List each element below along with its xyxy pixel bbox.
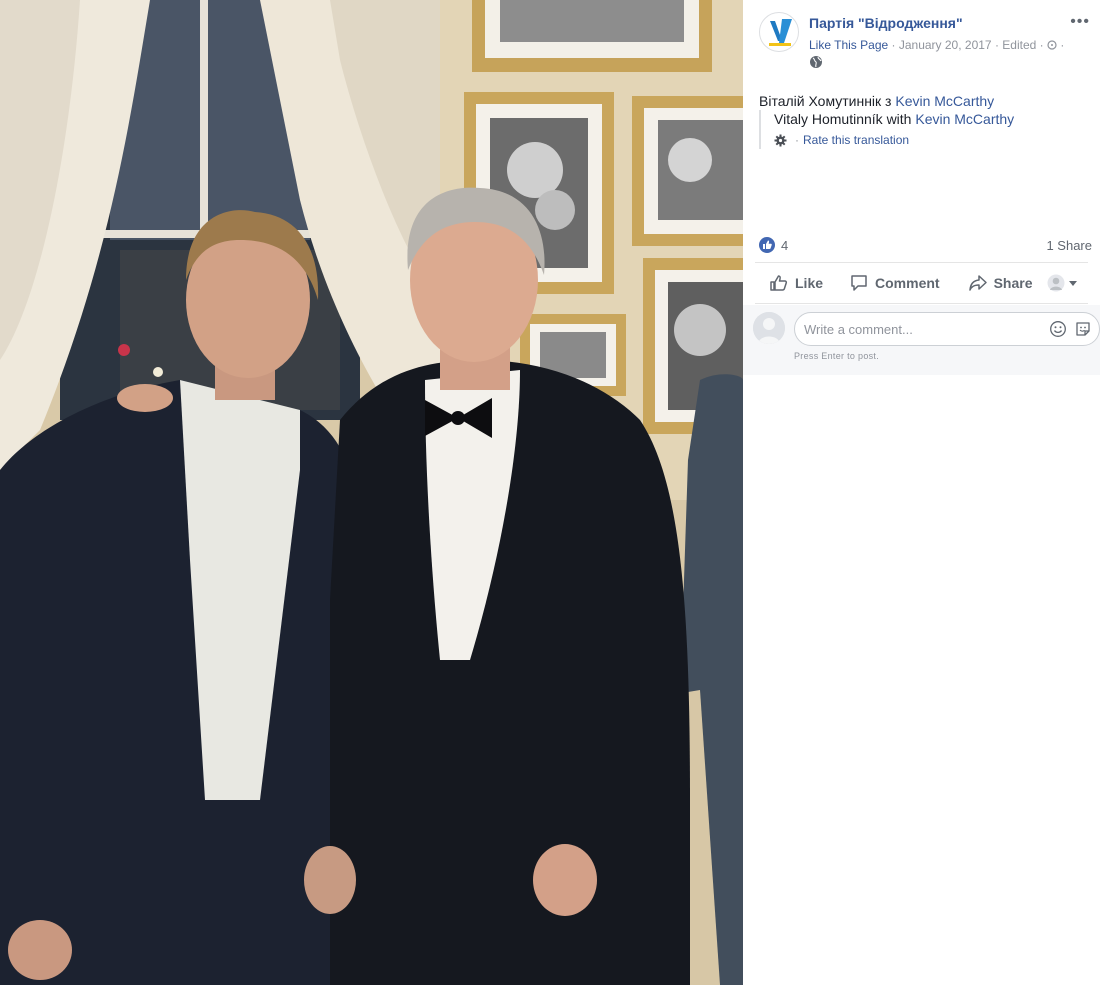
meta-separator: · — [1060, 38, 1065, 52]
viewer-avatar-icon — [1047, 274, 1064, 292]
reactions-count: 4 — [781, 237, 789, 253]
share-icon — [968, 275, 987, 291]
gear-icon — [774, 134, 787, 146]
post-header: Партія "Відродження" Like This Page · Ja… — [743, 0, 1100, 80]
post-sidebar: Партія "Відродження" Like This Page · Ja… — [743, 0, 1100, 985]
like-button-label: Like — [795, 275, 824, 291]
meta-separator: · — [795, 133, 799, 147]
translation-mention-link[interactable]: Kevin McCarthy — [915, 111, 1014, 127]
post-meta: Like This Page · January 20, 2017 · Edit… — [809, 38, 1064, 52]
share-button[interactable]: Share — [958, 263, 1043, 303]
translation-block: Vitaly Homutinník with Kevin McCarthy · … — [759, 110, 1014, 149]
reactions-summary[interactable]: 4 — [759, 237, 788, 253]
post-text: Віталій Хомутиннік з Kevin McCarthy — [759, 92, 994, 110]
rate-translation-link[interactable]: Rate this translation — [803, 131, 909, 149]
emoji-icon[interactable] — [1049, 320, 1067, 338]
meta-separator: · — [994, 38, 999, 52]
share-button-label: Share — [993, 275, 1033, 291]
post-text-prefix: Віталій Хомутиннік з — [759, 93, 892, 109]
like-reaction-icon — [759, 237, 775, 253]
meta-separator: · — [1039, 38, 1044, 52]
mention-link[interactable]: Kevin McCarthy — [895, 93, 994, 109]
like-button[interactable]: Like — [759, 263, 833, 303]
shares-count[interactable]: 1 Share — [1046, 238, 1092, 253]
comment-hint: Press Enter to post. — [794, 351, 880, 361]
comment-button-label: Comment — [875, 275, 940, 291]
page-avatar[interactable] — [759, 12, 799, 52]
caret-down-icon — [1068, 281, 1077, 286]
translation-text: Vitaly Homutinník with Kevin McCarthy — [774, 110, 1014, 128]
post-date[interactable]: January 20, 2017 — [899, 38, 992, 52]
comment-icon — [851, 275, 867, 291]
more-icon[interactable]: ••• — [1070, 14, 1090, 30]
rate-translation-row[interactable]: · Rate this translation — [774, 131, 1014, 149]
globe-icon[interactable] — [809, 55, 823, 69]
meta-separator: · — [891, 38, 896, 52]
post-as-selector[interactable] — [1047, 274, 1078, 292]
page-name[interactable]: Партія "Відродження" — [809, 15, 963, 31]
post-actions: Like Comment Share — [755, 262, 1088, 304]
like-this-page-link[interactable]: Like This Page — [809, 38, 888, 52]
photo-illustration — [0, 0, 743, 985]
thumbs-up-icon — [770, 275, 788, 291]
translation-prefix: Vitaly Homutinník with — [774, 111, 912, 127]
sticker-icon[interactable] — [1074, 320, 1092, 338]
default-avatar-icon — [753, 312, 785, 344]
visibility-icon[interactable] — [1047, 40, 1057, 50]
comment-composer: Press Enter to post. — [743, 305, 1100, 375]
party-logo-icon — [769, 19, 792, 46]
post-counts: 4 1 Share — [759, 234, 1092, 256]
post-photo[interactable] — [0, 0, 743, 985]
comment-button[interactable]: Comment — [839, 263, 950, 303]
edited-label[interactable]: Edited — [1002, 38, 1036, 52]
avatar — [753, 312, 785, 344]
